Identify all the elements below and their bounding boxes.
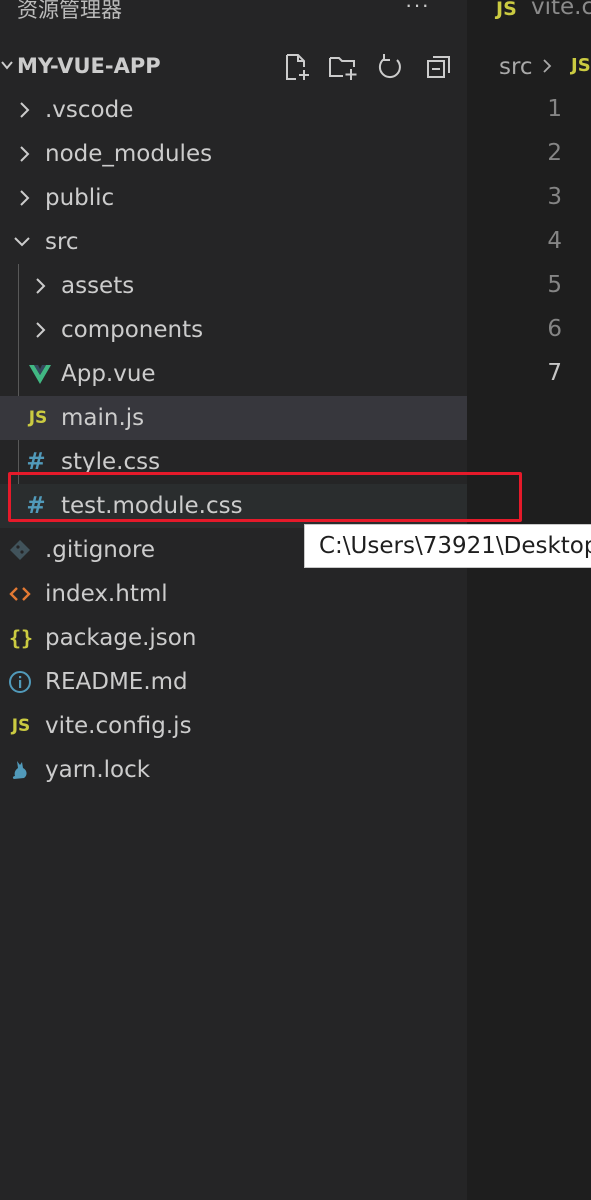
tree-file-readme[interactable]: README.md [0, 660, 467, 704]
info-icon [9, 671, 31, 693]
chevron-right-icon [20, 146, 30, 162]
project-section-header[interactable]: MY-VUE-APP [0, 44, 467, 88]
editor-tab-bar: JS vite.config.js [467, 0, 591, 44]
js-file-icon[interactable]: JS [571, 55, 591, 76]
tree-folder-assets[interactable]: assets [0, 264, 467, 308]
tree-label: main.js [61, 405, 145, 431]
line-number: 1 [547, 96, 562, 122]
tree-folder-components[interactable]: components [0, 308, 467, 352]
tree-label: README.md [45, 669, 188, 695]
json-file-icon: {} [8, 626, 34, 650]
tree-file-yarn-lock[interactable]: yarn.lock [0, 748, 467, 792]
explorer-sidebar: 资源管理器 ··· MY-VUE-APP .vscode node_module… [0, 0, 467, 1200]
tree-file-main-js[interactable]: JS main.js [0, 396, 467, 440]
tree-label: index.html [45, 581, 168, 607]
css-file-icon: # [26, 449, 46, 475]
new-folder-icon[interactable] [328, 52, 358, 82]
js-file-icon: JS [11, 716, 31, 736]
tree-label: components [61, 317, 204, 343]
new-file-icon[interactable] [281, 52, 311, 82]
html-file-icon [9, 587, 31, 601]
chevron-right-icon [36, 278, 46, 294]
chevron-right-icon [20, 102, 30, 118]
js-file-icon: JS [28, 408, 48, 428]
highlight-annotation [8, 472, 522, 522]
chevron-down-icon [1, 61, 13, 70]
refresh-icon[interactable] [375, 52, 405, 82]
line-number: 5 [547, 272, 562, 298]
tree-label: package.json [45, 625, 197, 651]
tree-label: App.vue [61, 361, 156, 387]
tree-file-index-html[interactable]: index.html [0, 572, 467, 616]
tree-label: src [45, 229, 79, 255]
git-icon [10, 540, 30, 560]
line-number: 4 [547, 228, 562, 254]
tree-label: .gitignore [45, 537, 156, 563]
chevron-right-icon [36, 322, 46, 338]
tree-label: yarn.lock [45, 757, 151, 783]
line-number: 3 [547, 184, 562, 210]
line-number: 2 [547, 140, 562, 166]
explorer-header: 资源管理器 ··· [0, 0, 467, 22]
chevron-right-icon [543, 59, 552, 73]
yarn-icon [12, 761, 27, 779]
tree-folder-src[interactable]: src [0, 220, 467, 264]
tree-label: .vscode [45, 97, 134, 123]
tree-folder-vscode[interactable]: .vscode [0, 88, 467, 132]
explorer-title: 资源管理器 [17, 0, 122, 22]
tree-label: node_modules [45, 141, 213, 167]
tree-label: vite.config.js [45, 713, 192, 739]
breadcrumb: src JS [467, 44, 591, 88]
vue-icon [29, 365, 51, 384]
tree-file-package-json[interactable]: {} package.json [0, 616, 467, 660]
collapse-all-icon[interactable] [424, 52, 454, 82]
project-title: MY-VUE-APP [17, 54, 161, 78]
line-number: 6 [547, 316, 562, 342]
chevron-right-icon [20, 190, 30, 206]
line-number-current: 7 [547, 360, 562, 386]
breadcrumb-src[interactable]: src [499, 54, 533, 80]
chevron-down-icon [14, 237, 30, 247]
js-file-icon: JS [496, 0, 517, 20]
tree-folder-public[interactable]: public [0, 176, 467, 220]
tab-label: vite.config.js [531, 0, 591, 20]
more-actions-icon[interactable]: ··· [405, 0, 430, 18]
tree-file-vite-config[interactable]: JS vite.config.js [0, 704, 467, 748]
tree-label: public [45, 185, 115, 211]
tree-file-app-vue[interactable]: App.vue [0, 352, 467, 396]
tree-folder-node-modules[interactable]: node_modules [0, 132, 467, 176]
tree-label: assets [61, 273, 135, 299]
path-tooltip: C:\Users\73921\Desktop [304, 524, 591, 568]
tab-vite-config[interactable]: JS vite.config.js [467, 0, 591, 44]
